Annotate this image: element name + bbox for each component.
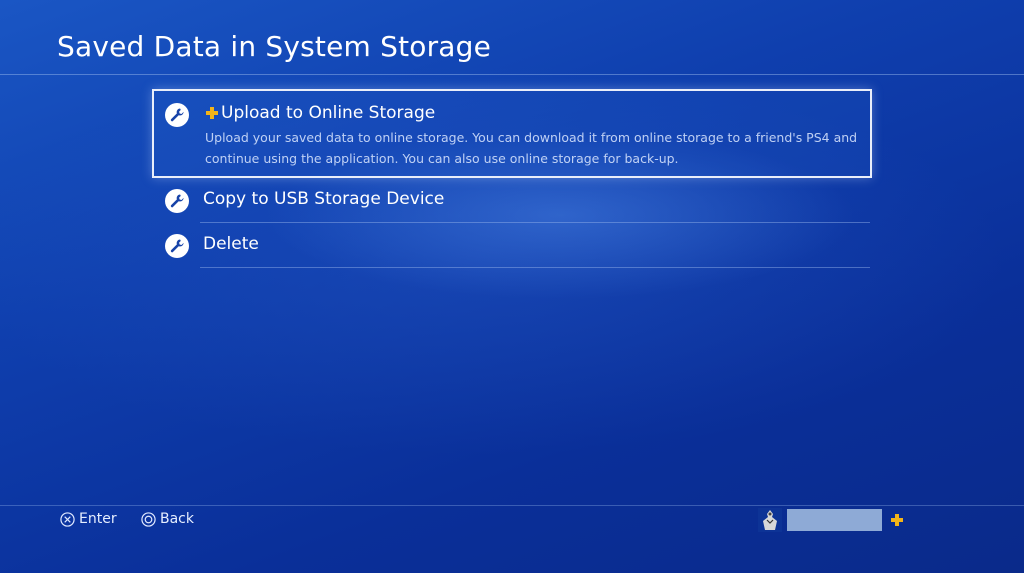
ps-plus-icon <box>891 514 903 526</box>
title-divider <box>0 74 1024 75</box>
menu-item-upload-online-storage[interactable]: Upload to Online Storage Upload your sav… <box>152 89 872 178</box>
menu-item-description: Upload your saved data to online storage… <box>205 130 858 166</box>
menu-item-label: Upload to Online Storage <box>205 103 435 123</box>
user-area <box>758 508 904 532</box>
upload-label: Upload to Online Storage <box>221 103 436 123</box>
back-label: Back <box>160 511 194 527</box>
menu-item-copy-usb[interactable]: Copy to USB Storage Device <box>152 178 872 223</box>
page-title: Saved Data in System Storage <box>57 30 492 63</box>
circle-button-icon <box>141 511 156 527</box>
wrench-icon <box>165 103 189 127</box>
wrench-icon <box>165 234 189 258</box>
avatar-icon <box>758 508 782 532</box>
back-hint[interactable]: Back <box>141 511 194 527</box>
enter-label: Enter <box>79 511 117 527</box>
menu-item-label: Delete <box>203 234 259 254</box>
options-menu: Upload to Online Storage Upload your sav… <box>152 89 872 268</box>
cross-button-icon <box>60 511 75 527</box>
menu-item-delete[interactable]: Delete <box>152 223 872 268</box>
enter-hint[interactable]: Enter <box>60 511 117 527</box>
footer-divider <box>0 505 1024 506</box>
wrench-icon <box>165 189 189 213</box>
menu-item-label: Copy to USB Storage Device <box>203 189 445 209</box>
user-name-box <box>787 509 882 531</box>
ps-plus-icon <box>206 107 218 119</box>
